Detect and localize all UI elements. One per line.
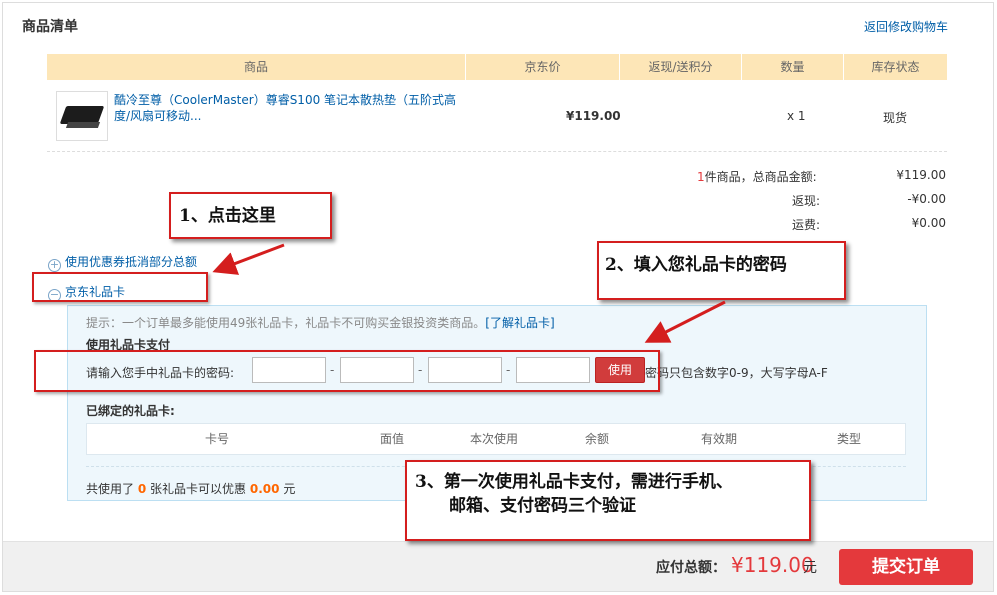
cashback-label: 返现: [791,194,820,208]
giftcard-tip: 提示：一个订单最多能使用49张礼品卡，礼品卡不可购买金银投资类商品。[了解礼品卡… [86,314,555,331]
bound-col-face-value: 面值 [379,432,404,446]
total-amount: ¥119.00 [731,553,814,577]
annotation-step2-text: 2、填入您礼品卡的密码 [605,255,787,275]
product-quantity: x 1 [787,109,806,123]
shipping-value: ¥0.00 [911,216,946,230]
product-table-header: 商品 京东价 返现/送积分 数量 库存状态 [47,54,947,80]
bound-col-card-number: 卡号 [204,432,229,446]
annotation-step3: 3、第一次使用礼品卡支付，需进行手机、 邮箱、支付密码三个验证 [405,460,811,541]
plus-circle-icon: + [48,258,61,272]
bound-cards-table-header: 卡号 面值 本次使用 余额 有效期 类型 [86,423,906,455]
usage-prefix: 共使用了 [86,482,135,496]
giftcard-usage-summary: 共使用了 0 张礼品卡可以优惠 0.00 元 [86,480,295,497]
bound-col-expiry: 有效期 [700,432,737,446]
product-price: ¥119.00 [566,109,621,123]
summary-count-row: 1件商品，总商品金额: [697,168,817,185]
total-unit: 元 [803,560,817,576]
back-to-cart-link[interactable]: 返回修改购物车 [864,18,948,35]
password-format-hint: 密码只包含数字0-9，大写字母A-F [645,366,828,380]
bound-col-used-amount: 本次使用 [469,432,518,446]
coupon-toggle-label: 使用优惠券抵消部分总额 [65,255,198,269]
total-label: 应付总额： [656,560,726,576]
annotation-step3-line1: 3、第一次使用礼品卡支付，需进行手机、 [415,472,733,492]
bound-col-balance: 余额 [584,432,609,446]
col-header-product: 商品 [243,60,268,74]
giftcard-tip-text: 提示：一个订单最多能使用49张礼品卡，礼品卡不可购买金银投资类商品。 [86,316,486,330]
summary-total: ¥119.00 [896,168,946,182]
item-count: 1 [697,170,705,184]
product-stock-status: 现货 [883,111,908,125]
product-name-link[interactable]: 酷冷至尊（CoolerMaster）尊睿S100 笔记本散热垫（五阶式高度/风扇… [114,92,464,124]
cooling-pad-base [65,122,101,128]
annotation-step3-line2: 邮箱、支付密码三个验证 [449,496,636,516]
divider [47,151,947,152]
highlight-giftcard-toggle [32,272,208,302]
bound-col-type: 类型 [836,432,861,446]
annotation-step2: 2、填入您礼品卡的密码 [597,241,846,300]
col-header-stock: 库存状态 [843,54,947,80]
item-count-label: 件商品，总商品金额: [704,170,817,184]
page-title: 商品清单 [22,19,78,35]
cashback-value: -¥0.00 [907,192,946,206]
usage-count: 0 [137,482,147,496]
shipping-label: 运费: [791,218,820,232]
col-header-quantity: 数量 [741,54,843,80]
annotation-step1: 1、点击这里 [169,192,332,239]
usage-mid: 张礼品卡可以优惠 [150,482,247,496]
coupon-toggle[interactable]: + 使用优惠券抵消部分总额 [48,253,197,272]
col-header-cashback: 返现/送积分 [619,54,741,80]
annotation-step1-text: 1、点击这里 [179,206,276,226]
usage-amount: 0.00 [249,482,280,496]
bound-cards-title: 已绑定的礼品卡: [86,404,175,418]
submit-order-button[interactable]: 提交订单 [839,549,973,585]
col-header-price: 京东价 [465,54,619,80]
usage-suffix: 元 [283,482,296,496]
product-thumbnail[interactable] [56,91,108,141]
highlight-password-row [34,350,660,392]
learn-giftcard-link[interactable]: [了解礼品卡] [485,316,554,330]
